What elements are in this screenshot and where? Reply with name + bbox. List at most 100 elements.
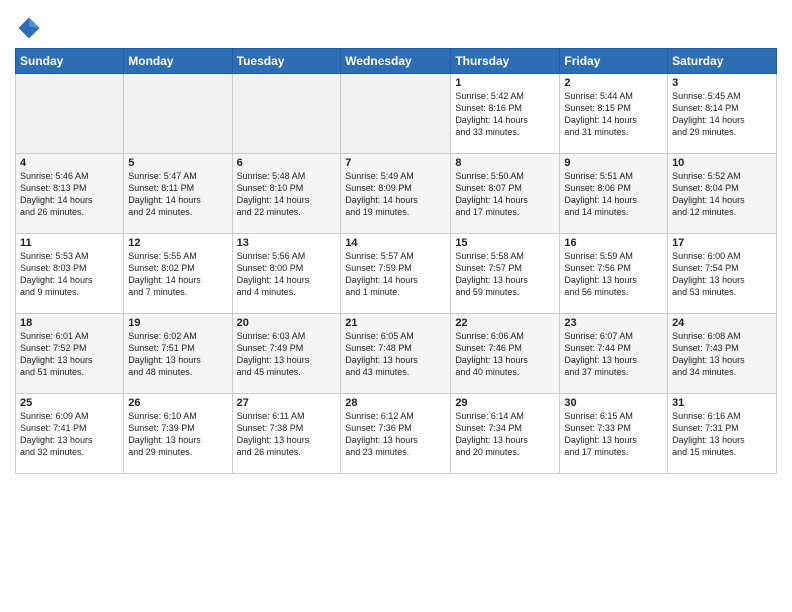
day-number: 31 <box>672 397 772 409</box>
day-info: Sunrise: 5:52 AM Sunset: 8:04 PM Dayligh… <box>672 170 772 219</box>
weekday-header: Wednesday <box>341 49 451 74</box>
calendar-week-row: 4Sunrise: 5:46 AM Sunset: 8:13 PM Daylig… <box>16 154 777 234</box>
calendar-cell: 25Sunrise: 6:09 AM Sunset: 7:41 PM Dayli… <box>16 394 124 474</box>
day-info: Sunrise: 6:16 AM Sunset: 7:31 PM Dayligh… <box>672 410 772 459</box>
day-number: 10 <box>672 157 772 169</box>
weekday-header: Saturday <box>668 49 777 74</box>
day-number: 4 <box>20 157 119 169</box>
calendar-cell: 29Sunrise: 6:14 AM Sunset: 7:34 PM Dayli… <box>451 394 560 474</box>
day-info: Sunrise: 6:15 AM Sunset: 7:33 PM Dayligh… <box>564 410 663 459</box>
day-number: 7 <box>345 157 446 169</box>
logo-icon <box>15 14 43 42</box>
day-info: Sunrise: 6:14 AM Sunset: 7:34 PM Dayligh… <box>455 410 555 459</box>
header <box>15 10 777 42</box>
calendar-cell: 16Sunrise: 5:59 AM Sunset: 7:56 PM Dayli… <box>560 234 668 314</box>
day-number: 17 <box>672 237 772 249</box>
day-info: Sunrise: 5:51 AM Sunset: 8:06 PM Dayligh… <box>564 170 663 219</box>
calendar-table: SundayMondayTuesdayWednesdayThursdayFrid… <box>15 48 777 474</box>
day-number: 26 <box>128 397 227 409</box>
day-info: Sunrise: 6:11 AM Sunset: 7:38 PM Dayligh… <box>237 410 337 459</box>
day-number: 28 <box>345 397 446 409</box>
day-info: Sunrise: 6:07 AM Sunset: 7:44 PM Dayligh… <box>564 330 663 379</box>
calendar-cell: 13Sunrise: 5:56 AM Sunset: 8:00 PM Dayli… <box>232 234 341 314</box>
calendar-cell: 14Sunrise: 5:57 AM Sunset: 7:59 PM Dayli… <box>341 234 451 314</box>
calendar-cell <box>341 74 451 154</box>
weekday-header: Thursday <box>451 49 560 74</box>
weekday-header-row: SundayMondayTuesdayWednesdayThursdayFrid… <box>16 49 777 74</box>
calendar-week-row: 11Sunrise: 5:53 AM Sunset: 8:03 PM Dayli… <box>16 234 777 314</box>
day-number: 5 <box>128 157 227 169</box>
logo <box>15 14 46 42</box>
day-info: Sunrise: 5:42 AM Sunset: 8:16 PM Dayligh… <box>455 90 555 139</box>
calendar-cell: 6Sunrise: 5:48 AM Sunset: 8:10 PM Daylig… <box>232 154 341 234</box>
day-number: 27 <box>237 397 337 409</box>
calendar-cell: 15Sunrise: 5:58 AM Sunset: 7:57 PM Dayli… <box>451 234 560 314</box>
page-container: SundayMondayTuesdayWednesdayThursdayFrid… <box>0 0 792 479</box>
day-info: Sunrise: 6:05 AM Sunset: 7:48 PM Dayligh… <box>345 330 446 379</box>
day-info: Sunrise: 6:02 AM Sunset: 7:51 PM Dayligh… <box>128 330 227 379</box>
weekday-header: Monday <box>124 49 232 74</box>
day-info: Sunrise: 5:58 AM Sunset: 7:57 PM Dayligh… <box>455 250 555 299</box>
day-number: 24 <box>672 317 772 329</box>
day-info: Sunrise: 6:03 AM Sunset: 7:49 PM Dayligh… <box>237 330 337 379</box>
day-number: 13 <box>237 237 337 249</box>
calendar-cell: 2Sunrise: 5:44 AM Sunset: 8:15 PM Daylig… <box>560 74 668 154</box>
calendar-cell: 7Sunrise: 5:49 AM Sunset: 8:09 PM Daylig… <box>341 154 451 234</box>
day-info: Sunrise: 5:47 AM Sunset: 8:11 PM Dayligh… <box>128 170 227 219</box>
calendar-cell: 10Sunrise: 5:52 AM Sunset: 8:04 PM Dayli… <box>668 154 777 234</box>
calendar-cell: 27Sunrise: 6:11 AM Sunset: 7:38 PM Dayli… <box>232 394 341 474</box>
day-info: Sunrise: 5:50 AM Sunset: 8:07 PM Dayligh… <box>455 170 555 219</box>
weekday-header: Tuesday <box>232 49 341 74</box>
day-info: Sunrise: 5:59 AM Sunset: 7:56 PM Dayligh… <box>564 250 663 299</box>
weekday-header: Sunday <box>16 49 124 74</box>
day-number: 19 <box>128 317 227 329</box>
calendar-cell: 23Sunrise: 6:07 AM Sunset: 7:44 PM Dayli… <box>560 314 668 394</box>
day-info: Sunrise: 6:08 AM Sunset: 7:43 PM Dayligh… <box>672 330 772 379</box>
calendar-week-row: 18Sunrise: 6:01 AM Sunset: 7:52 PM Dayli… <box>16 314 777 394</box>
day-number: 23 <box>564 317 663 329</box>
day-number: 14 <box>345 237 446 249</box>
calendar-cell: 20Sunrise: 6:03 AM Sunset: 7:49 PM Dayli… <box>232 314 341 394</box>
calendar-cell: 31Sunrise: 6:16 AM Sunset: 7:31 PM Dayli… <box>668 394 777 474</box>
day-number: 30 <box>564 397 663 409</box>
day-number: 29 <box>455 397 555 409</box>
calendar-cell: 3Sunrise: 5:45 AM Sunset: 8:14 PM Daylig… <box>668 74 777 154</box>
day-number: 21 <box>345 317 446 329</box>
day-info: Sunrise: 5:57 AM Sunset: 7:59 PM Dayligh… <box>345 250 446 299</box>
day-info: Sunrise: 5:45 AM Sunset: 8:14 PM Dayligh… <box>672 90 772 139</box>
day-number: 11 <box>20 237 119 249</box>
day-info: Sunrise: 6:10 AM Sunset: 7:39 PM Dayligh… <box>128 410 227 459</box>
day-number: 1 <box>455 77 555 89</box>
weekday-header: Friday <box>560 49 668 74</box>
day-number: 12 <box>128 237 227 249</box>
calendar-cell: 4Sunrise: 5:46 AM Sunset: 8:13 PM Daylig… <box>16 154 124 234</box>
calendar-cell <box>16 74 124 154</box>
day-number: 18 <box>20 317 119 329</box>
day-number: 15 <box>455 237 555 249</box>
calendar-cell: 30Sunrise: 6:15 AM Sunset: 7:33 PM Dayli… <box>560 394 668 474</box>
day-number: 16 <box>564 237 663 249</box>
day-info: Sunrise: 5:48 AM Sunset: 8:10 PM Dayligh… <box>237 170 337 219</box>
day-info: Sunrise: 5:46 AM Sunset: 8:13 PM Dayligh… <box>20 170 119 219</box>
calendar-cell: 21Sunrise: 6:05 AM Sunset: 7:48 PM Dayli… <box>341 314 451 394</box>
calendar-cell: 28Sunrise: 6:12 AM Sunset: 7:36 PM Dayli… <box>341 394 451 474</box>
day-info: Sunrise: 6:06 AM Sunset: 7:46 PM Dayligh… <box>455 330 555 379</box>
day-number: 6 <box>237 157 337 169</box>
calendar-cell <box>124 74 232 154</box>
calendar-week-row: 1Sunrise: 5:42 AM Sunset: 8:16 PM Daylig… <box>16 74 777 154</box>
day-number: 2 <box>564 77 663 89</box>
calendar-cell <box>232 74 341 154</box>
day-number: 3 <box>672 77 772 89</box>
calendar-cell: 24Sunrise: 6:08 AM Sunset: 7:43 PM Dayli… <box>668 314 777 394</box>
day-info: Sunrise: 5:53 AM Sunset: 8:03 PM Dayligh… <box>20 250 119 299</box>
day-info: Sunrise: 5:55 AM Sunset: 8:02 PM Dayligh… <box>128 250 227 299</box>
calendar-week-row: 25Sunrise: 6:09 AM Sunset: 7:41 PM Dayli… <box>16 394 777 474</box>
day-info: Sunrise: 5:44 AM Sunset: 8:15 PM Dayligh… <box>564 90 663 139</box>
day-info: Sunrise: 6:00 AM Sunset: 7:54 PM Dayligh… <box>672 250 772 299</box>
calendar-cell: 8Sunrise: 5:50 AM Sunset: 8:07 PM Daylig… <box>451 154 560 234</box>
calendar-cell: 5Sunrise: 5:47 AM Sunset: 8:11 PM Daylig… <box>124 154 232 234</box>
calendar-cell: 17Sunrise: 6:00 AM Sunset: 7:54 PM Dayli… <box>668 234 777 314</box>
calendar-cell: 26Sunrise: 6:10 AM Sunset: 7:39 PM Dayli… <box>124 394 232 474</box>
calendar-cell: 11Sunrise: 5:53 AM Sunset: 8:03 PM Dayli… <box>16 234 124 314</box>
day-info: Sunrise: 6:12 AM Sunset: 7:36 PM Dayligh… <box>345 410 446 459</box>
